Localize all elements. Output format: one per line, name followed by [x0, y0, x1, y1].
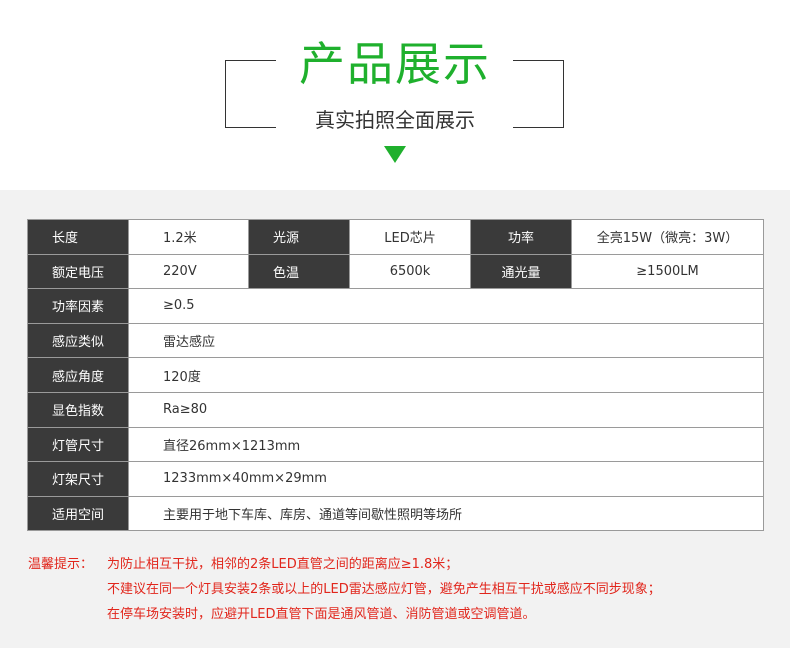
spec-value: LED芯片	[349, 219, 471, 255]
note-line: 不建议在同一个灯具安装2条或以上的LED雷达感应灯管，避免产生相互干扰或感应不同…	[107, 582, 661, 597]
table-row: 显色指数 Ra≥80	[27, 391, 764, 428]
spec-value: 120度	[128, 357, 764, 393]
spec-label: 功率	[470, 219, 572, 255]
table-row: 灯管尺寸 直径26mm×1213mm	[27, 426, 764, 463]
note-line: 在停车场安装时，应避开LED直管下面是通风管道、消防管道或空调管道。	[107, 607, 536, 622]
spec-value: 主要用于地下车库、库房、通道等间歇性照明等场所	[128, 495, 764, 532]
page-subtitle: 真实拍照全面展示	[315, 108, 475, 132]
spec-label: 灯管尺寸	[27, 426, 129, 463]
note-prefix: 温馨提示：	[28, 557, 94, 572]
spec-value: 220V	[128, 253, 249, 290]
spec-value: 6500k	[349, 253, 471, 290]
table-row: 适用空间 主要用于地下车库、库房、通道等间歇性照明等场所	[27, 495, 764, 532]
table-row: 感应类似 雷达感应	[27, 322, 764, 359]
spec-table: 长度 1.2米 光源 LED芯片 功率 全亮15W（微亮：3W） 额定电压 22…	[27, 219, 764, 532]
table-row: 额定电压 220V 色温 6500k 通光量 ≥1500LM	[27, 253, 764, 290]
spec-label: 感应角度	[27, 357, 129, 393]
table-row: 功率因素 ≥0.5	[27, 288, 764, 324]
header-section: 产品展示 真实拍照全面展示	[0, 0, 790, 190]
table-row: 感应角度 120度	[27, 357, 764, 393]
spec-value: 直径26mm×1213mm	[128, 426, 764, 463]
spec-label: 光源	[248, 219, 350, 255]
spec-value: 1233mm×40mm×29mm	[128, 461, 764, 497]
spec-label: 长度	[27, 219, 129, 255]
spec-label: 显色指数	[27, 391, 129, 428]
spec-label: 额定电压	[27, 253, 129, 290]
spec-value: ≥0.5	[128, 288, 764, 324]
spec-label: 通光量	[470, 253, 572, 290]
table-row: 灯架尺寸 1233mm×40mm×29mm	[27, 461, 764, 497]
page-title: 产品展示	[299, 37, 491, 91]
spec-label: 功率因素	[27, 288, 129, 324]
spec-value: 雷达感应	[128, 322, 764, 359]
spec-value: 1.2米	[128, 219, 249, 255]
spec-value: Ra≥80	[128, 391, 764, 428]
spec-label: 色温	[248, 253, 350, 290]
down-arrow-icon	[384, 146, 406, 163]
spec-label: 感应类似	[27, 322, 129, 359]
spec-value: ≥1500LM	[571, 253, 764, 290]
note-line: 为防止相互干扰，相邻的2条LED直管之间的距离应≥1.8米；	[107, 557, 459, 572]
spec-value: 全亮15W（微亮：3W）	[571, 219, 764, 255]
spec-label: 灯架尺寸	[27, 461, 129, 497]
table-row: 长度 1.2米 光源 LED芯片 功率 全亮15W（微亮：3W）	[27, 219, 764, 255]
spec-label: 适用空间	[27, 495, 129, 532]
